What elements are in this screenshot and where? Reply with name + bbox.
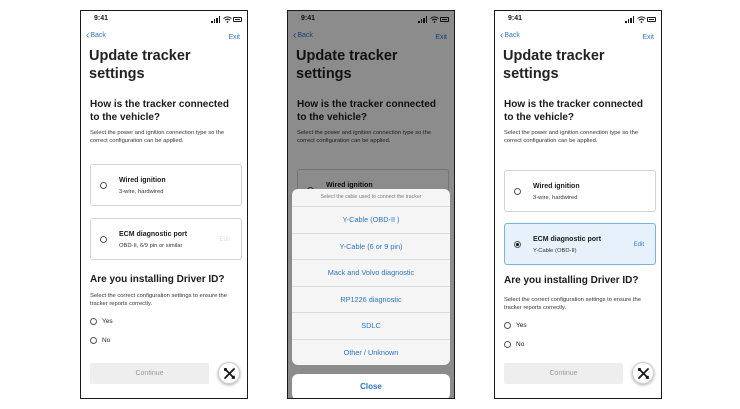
action-sheet-item[interactable]: RP1226 diagnostic [292,285,450,313]
phone-screen-1: 9:41 ‹ Back Exit Update tracker settings … [80,10,248,399]
chevron-left-icon: ‹ [86,30,90,41]
radio-button[interactable] [504,322,511,329]
wifi-icon [637,16,646,23]
radio-button[interactable] [514,188,521,195]
driver-id-hint: Select the correct configuration setting… [504,297,641,311]
signal-icon [625,16,635,23]
driver-id-question: Are you installing Driver ID? [90,274,225,285]
connection-hint: Select the power and ignition connection… [504,130,639,144]
option-card-ecm-diagnostic-port[interactable]: ECM diagnostic port Y-Cable (OBD-II) Edi… [504,223,656,265]
phone-screen-2: 9:41 ‹ Back Exit Update tracker settings … [287,10,455,399]
driver-id-yes-option[interactable]: Yes [504,322,527,329]
action-sheet-item[interactable]: Other / Unknown [292,338,450,366]
option-card-wired-ignition[interactable]: Wired ignition 3-wire, hardwired [504,170,656,212]
back-label: Back [90,32,106,39]
wifi-icon [223,16,232,23]
radio-button[interactable] [90,318,97,325]
radio-button[interactable] [504,341,511,348]
tools-fab-button[interactable] [632,362,654,384]
action-sheet-item[interactable]: Y-Cable (6 or 9 pin) [292,232,450,260]
exit-button[interactable]: Exit [642,34,654,41]
tools-fab-button[interactable] [218,362,240,384]
option-subtitle: 3-wire, hardwired [119,189,164,195]
no-label: No [102,337,111,344]
signal-icon [211,16,221,23]
option-title: ECM diagnostic port [533,236,602,243]
radio-button[interactable] [90,337,97,344]
action-sheet-title: Select the cable used to connect the tra… [320,194,422,200]
option-title: Wired ignition [119,177,166,184]
option-subtitle: 3-wire, hardwired [533,195,578,201]
option-title: ECM diagnostic port [119,231,188,238]
status-bar: 9:41 [495,11,661,27]
chevron-left-icon: ‹ [500,30,504,41]
battery-icon [647,17,656,22]
driver-id-hint: Select the correct configuration setting… [90,293,227,307]
yes-label: Yes [102,318,113,325]
status-bar: 9:41 [81,11,247,27]
radio-button[interactable] [100,182,107,189]
tools-icon [637,367,649,379]
back-button[interactable]: ‹ Back [86,30,106,41]
connection-hint: Select the power and ignition connection… [90,130,225,144]
status-icons [211,16,242,23]
option-title: Wired ignition [533,183,580,190]
continue-button[interactable]: Continue [90,363,209,384]
yes-label: Yes [516,322,527,329]
status-time: 9:41 [508,15,523,22]
option-card-ecm-diagnostic-port[interactable]: ECM diagnostic port OBD-II, 6/9 pin or s… [90,218,242,260]
back-button[interactable]: ‹ Back [500,30,520,41]
option-card-wired-ignition[interactable]: Wired ignition 3-wire, hardwired [90,164,242,206]
edit-button-disabled: Edit [219,237,230,243]
driver-id-yes-option[interactable]: Yes [90,318,113,325]
screen-content: 9:41 ‹ Back Exit Update tracker settings … [81,11,247,398]
action-sheet-item[interactable]: Mack and Volvo diagnostic [292,259,450,286]
page-title: Update tracker settings [89,48,191,82]
cable-action-sheet: Select the cable used to connect the tra… [292,189,450,365]
exit-button[interactable]: Exit [228,34,240,41]
driver-id-no-option[interactable]: No [90,337,110,344]
continue-button[interactable]: Continue [504,363,623,384]
page-title: Update tracker settings [503,48,605,82]
radio-button[interactable] [100,236,107,243]
battery-icon [233,17,242,22]
no-label: No [516,341,525,348]
screen-content: 9:41 ‹ Back Exit Update tracker settings … [495,11,661,398]
connection-question: How is the tracker connected to the vehi… [90,99,229,123]
action-sheet-item[interactable]: SDLC [292,312,450,339]
action-sheet-item[interactable]: Y-Cable (OBD-II ) [292,206,450,233]
phone-screen-3: 9:41 ‹ Back Exit Update tracker settings … [494,10,662,399]
option-subtitle: Y-Cable (OBD-II) [533,248,577,254]
screen-content: 9:41 ‹ Back Exit Update tracker settings … [288,11,454,398]
status-time: 9:41 [94,15,109,22]
driver-id-question: Are you installing Driver ID? [504,275,639,286]
driver-id-no-option[interactable]: No [504,341,524,348]
tools-icon [223,367,235,379]
edit-button[interactable]: Edit [634,242,644,248]
status-icons [625,16,656,23]
option-subtitle: OBD-II, 6/9 pin or similar [119,243,183,249]
connection-question: How is the tracker connected to the vehi… [504,99,643,123]
radio-button-selected[interactable] [514,241,521,248]
close-button[interactable]: Close [292,374,450,398]
back-label: Back [504,32,520,39]
